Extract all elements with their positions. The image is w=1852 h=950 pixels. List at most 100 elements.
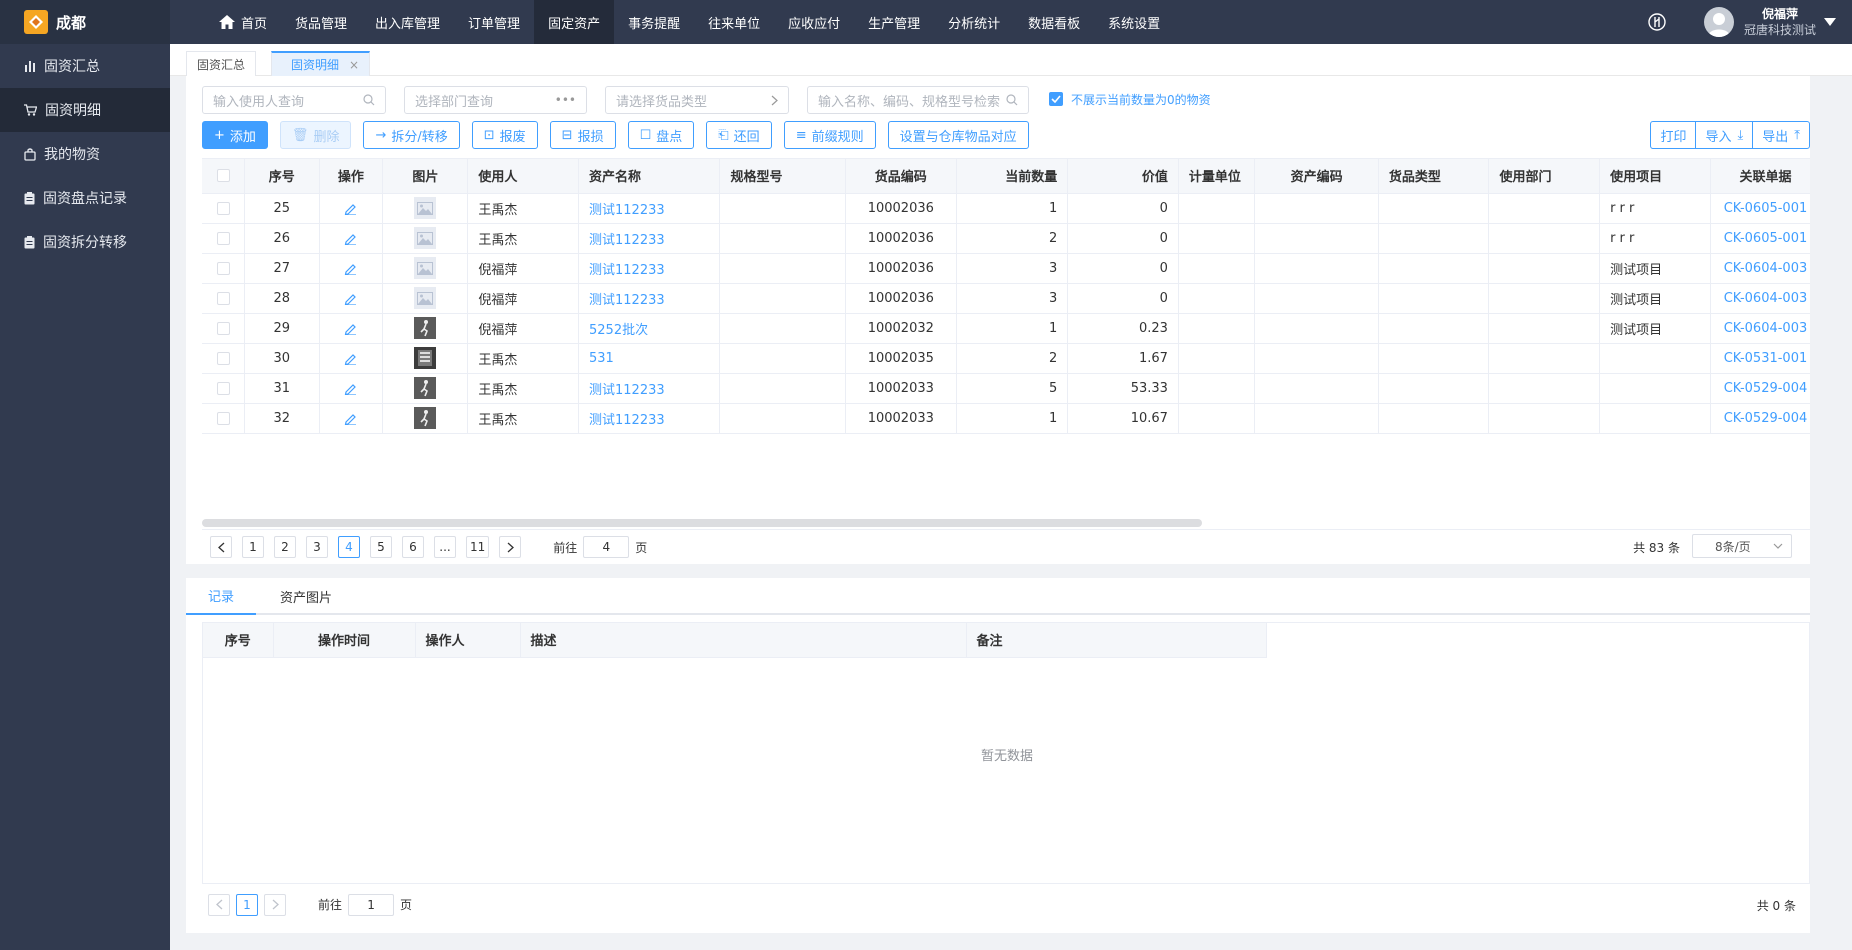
nav-item-fixed-assets[interactable]: 固定资产	[534, 0, 615, 44]
cell-related-doc[interactable]: CK-0604-003	[1710, 253, 1810, 284]
warehouse-map-button[interactable]: 设置与仓库物品对应	[887, 121, 1029, 149]
row-checkbox[interactable]	[216, 201, 230, 215]
user-search-input[interactable]: 输入使用人查询	[202, 86, 386, 114]
goods-type-select[interactable]: 请选择货品类型	[605, 86, 789, 114]
cell-asset-name[interactable]: 测试112233	[578, 223, 721, 254]
page-button[interactable]: 2	[274, 536, 296, 558]
asset-thumbnail[interactable]	[414, 317, 437, 339]
table-row[interactable]: 26 王禹杰 测试112233 10002036 2 0 r r r CK-0605-001	[202, 223, 1810, 254]
table-row[interactable]: 25 王禹杰 测试112233 10002036 1 0 r r r CK-0605-001	[202, 193, 1810, 224]
hide-zero-checkbox[interactable]: 不展示当前数量为0的物资	[1049, 86, 1211, 112]
cell-related-doc[interactable]: CK-0529-004	[1710, 403, 1810, 434]
asset-thumbnail[interactable]	[414, 377, 437, 399]
scrap-button[interactable]: ⊡ 报废	[471, 121, 538, 149]
edit-icon[interactable]	[344, 292, 357, 305]
image-placeholder-icon[interactable]	[414, 227, 437, 249]
row-checkbox[interactable]	[216, 381, 230, 395]
nav-item-analytics[interactable]: 分析统计	[934, 0, 1014, 44]
image-placeholder-icon[interactable]	[414, 197, 437, 219]
page-button[interactable]: 6	[402, 536, 424, 558]
cell-related-doc[interactable]: CK-0531-001	[1710, 343, 1810, 374]
table-row[interactable]: 27 倪福萍 测试112233 10002036 3 0 测试项目 CK-0604-003	[202, 253, 1810, 284]
edit-icon[interactable]	[344, 412, 357, 425]
table-row[interactable]: 28 倪福萍 测试112233 10002036 3 0 测试项目 CK-0604-003	[202, 283, 1810, 314]
nav-item-partners[interactable]: 往来单位	[694, 0, 774, 44]
cell-asset-name[interactable]: 测试112233	[578, 283, 721, 314]
row-checkbox[interactable]	[216, 351, 230, 365]
next-page-button[interactable]	[264, 893, 286, 916]
more-pages-button[interactable]: ...	[434, 536, 456, 558]
sidebar-item-inventory-records[interactable]: 固资盘点记录	[0, 176, 170, 220]
cell-related-doc[interactable]: CK-0604-003	[1710, 313, 1810, 344]
prev-page-button[interactable]	[208, 893, 230, 916]
goto-page-input[interactable]: 1	[348, 893, 395, 916]
cell-related-doc[interactable]: CK-0529-004	[1710, 373, 1810, 404]
table-row[interactable]: 30 王禹杰 531 10002035 2 1.67 CK-0531-001	[202, 343, 1810, 374]
edit-icon[interactable]	[344, 232, 357, 245]
nav-item-inout[interactable]: 出入库管理	[361, 0, 454, 44]
page-button[interactable]: 1	[242, 536, 264, 558]
page-button[interactable]: 11	[466, 536, 490, 558]
table-row[interactable]: 31 王禹杰 测试112233 10002033 5 53.33 CK-0529-004	[202, 373, 1810, 404]
nav-item-settings[interactable]: 系统设置	[1094, 0, 1174, 44]
page-button-current[interactable]: 4	[338, 536, 360, 558]
goto-page-input[interactable]: 4	[583, 536, 630, 558]
cell-asset-name[interactable]: 测试112233	[578, 253, 721, 284]
prev-page-button[interactable]	[210, 536, 232, 558]
cell-asset-name[interactable]: 测试112233	[578, 403, 721, 434]
tab-detail[interactable]: 固资明细 ×	[271, 51, 371, 76]
nav-item-goods[interactable]: 货品管理	[281, 0, 361, 44]
asset-thumbnail[interactable]	[414, 407, 437, 429]
brand-logo[interactable]: 成都	[0, 0, 170, 44]
avatar[interactable]	[1703, 7, 1734, 37]
tab-summary[interactable]: 固资汇总	[186, 51, 257, 76]
row-checkbox[interactable]	[216, 261, 230, 275]
split-transfer-button[interactable]: → 拆分/转移	[363, 121, 460, 149]
row-checkbox[interactable]	[216, 321, 230, 335]
edit-icon[interactable]	[344, 352, 357, 365]
cell-asset-name[interactable]: 531	[578, 343, 721, 374]
cell-related-doc[interactable]: CK-0604-003	[1710, 283, 1810, 314]
page-button[interactable]: 5	[370, 536, 392, 558]
nav-item-production[interactable]: 生产管理	[854, 0, 934, 44]
nav-item-receivables[interactable]: 应收应付	[774, 0, 854, 44]
return-button[interactable]: ⎗ 还回	[706, 121, 772, 149]
next-page-button[interactable]	[499, 536, 522, 558]
add-button[interactable]: + 添加	[202, 121, 268, 149]
nav-item-dashboard[interactable]: 数据看板	[1014, 0, 1094, 44]
cell-asset-name[interactable]: 测试112233	[578, 193, 721, 224]
cell-related-doc[interactable]: CK-0605-001	[1710, 193, 1810, 224]
tab-records[interactable]: 记录	[186, 578, 257, 615]
inventory-button[interactable]: ☐ 盘点	[627, 121, 695, 149]
sidebar-item-split-transfer[interactable]: 固资拆分转移	[0, 220, 170, 264]
close-icon[interactable]: ×	[349, 58, 359, 72]
page-button[interactable]: 3	[306, 536, 328, 558]
cell-related-doc[interactable]: CK-0605-001	[1710, 223, 1810, 254]
nav-item-orders[interactable]: 订单管理	[454, 0, 534, 44]
table-row[interactable]: 29 倪福萍 5252批次 10002032 1 0.23 测试项目 CK-0604-003	[202, 313, 1810, 344]
row-checkbox[interactable]	[216, 411, 230, 425]
user-info[interactable]: 倪福萍 冠唐科技测试	[1744, 6, 1816, 38]
nav-item-home[interactable]: 首页	[205, 0, 281, 44]
nav-item-reminders[interactable]: 事务提醒	[614, 0, 694, 44]
dept-select[interactable]: 选择部门查询 •••	[404, 86, 587, 114]
image-placeholder-icon[interactable]	[414, 257, 437, 279]
select-all-checkbox[interactable]	[202, 159, 246, 194]
cell-asset-name[interactable]: 5252批次	[578, 313, 721, 344]
edit-icon[interactable]	[344, 322, 357, 335]
horizontal-scrollbar[interactable]	[202, 519, 1202, 527]
table-row[interactable]: 32 王禹杰 测试112233 10002033 1 10.67 CK-0529-004	[202, 403, 1810, 434]
row-checkbox[interactable]	[216, 231, 230, 245]
asset-thumbnail[interactable]	[414, 347, 437, 369]
theme-toggle-icon[interactable]	[1648, 13, 1666, 31]
caret-down-icon[interactable]	[1824, 18, 1836, 26]
edit-icon[interactable]	[344, 202, 357, 215]
tab-asset-images[interactable]: 资产图片	[258, 578, 354, 615]
import-button[interactable]: 导入 ⤓	[1695, 121, 1754, 149]
cell-asset-name[interactable]: 测试112233	[578, 373, 721, 404]
sidebar-item-my-materials[interactable]: 我的物资	[0, 132, 170, 176]
loss-button[interactable]: ⊟ 报损	[549, 121, 616, 149]
sidebar-item-detail[interactable]: 固资明细	[0, 88, 170, 132]
keyword-search-input[interactable]: 输入名称、编码、规格型号检索	[807, 86, 1029, 114]
sidebar-item-summary[interactable]: 固资汇总	[0, 44, 170, 88]
